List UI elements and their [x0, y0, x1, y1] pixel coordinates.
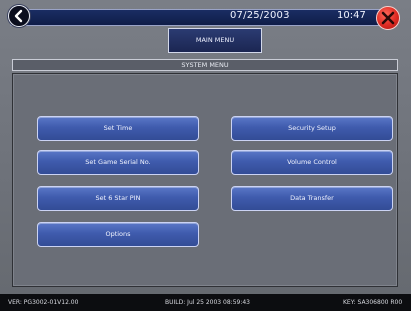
set-6-star-pin-button[interactable]: Set 6 Star PIN [37, 186, 199, 211]
key-text: KEY: SA306800 R00 [343, 299, 403, 306]
menu-panel [12, 73, 398, 287]
set-time-button[interactable]: Set Time [37, 116, 199, 141]
set-game-serial-button[interactable]: Set Game Serial No. [37, 150, 199, 175]
data-transfer-button[interactable]: Data Transfer [231, 186, 393, 211]
date-display: 07/25/2003 [230, 10, 290, 21]
version-text: VER: PG3002-01V12.00 [8, 299, 79, 306]
section-title: SYSTEM MENU [12, 59, 398, 71]
build-text: BUILD: Jul 25 2003 08:59:43 [165, 299, 250, 306]
volume-control-button[interactable]: Volume Control [231, 150, 393, 175]
bottom-status-bar: VER: PG3002-01V12.00 BUILD: Jul 25 2003 … [0, 294, 411, 311]
close-x-icon [381, 11, 395, 25]
time-display: 10:47 [337, 10, 366, 21]
system-menu-screen: 07/25/2003 10:47 MAIN MENU SYSTEM MENU S… [0, 0, 411, 311]
main-menu-button[interactable]: MAIN MENU [168, 28, 262, 53]
back-button[interactable] [8, 5, 30, 27]
security-setup-button[interactable]: Security Setup [231, 116, 393, 141]
options-button[interactable]: Options [37, 222, 199, 247]
close-button[interactable] [376, 6, 400, 30]
back-arrow-icon [14, 9, 23, 23]
top-status-bar [10, 9, 392, 26]
